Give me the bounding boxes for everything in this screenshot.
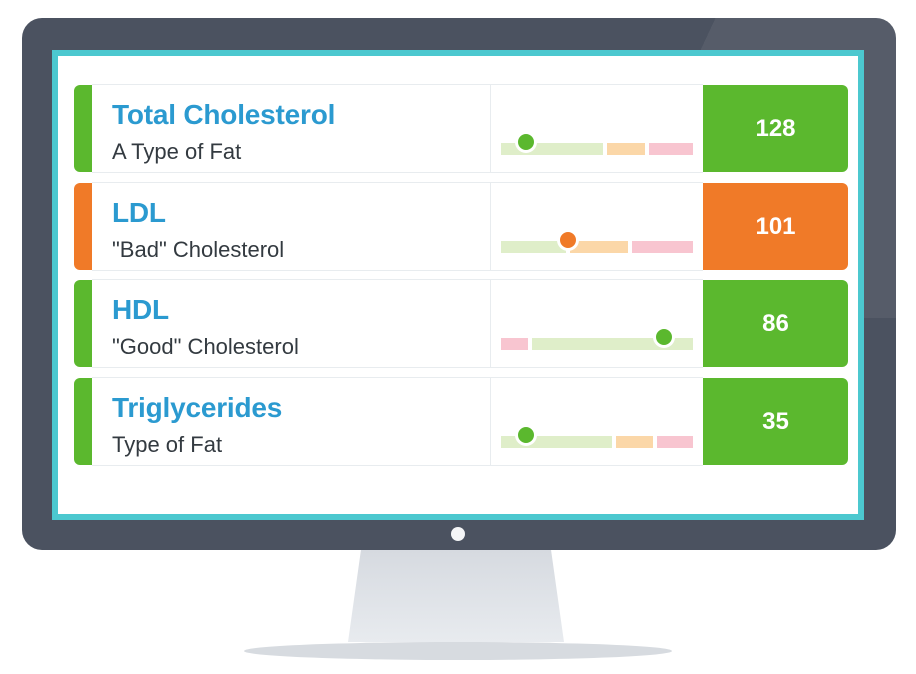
range-gauge (501, 326, 693, 350)
gauge-marker (514, 424, 537, 446)
status-accent (74, 378, 92, 465)
range-gauge (501, 131, 693, 155)
result-info: Triglycerides Type of Fat (92, 377, 490, 466)
range-gauge (501, 424, 693, 448)
status-accent (74, 85, 92, 172)
range-gauge-cell (490, 279, 703, 368)
result-subtitle: A Type of Fat (112, 139, 242, 164)
result-row-ldl[interactable]: LDL "Bad" Cholesterol 101 (70, 182, 848, 271)
status-accent (74, 280, 92, 367)
result-subtitle: "Bad" Cholesterol (112, 237, 285, 262)
result-value-badge: 86 (703, 280, 848, 367)
result-info: Total Cholesterol A Type of Fat (92, 84, 490, 173)
monitor-stand-neck (348, 550, 564, 642)
gauge-segment-pink (656, 436, 693, 448)
result-row-triglycerides[interactable]: Triglycerides Type of Fat 35 (70, 377, 848, 466)
range-gauge-cell (490, 182, 703, 271)
result-value-badge: 35 (703, 378, 848, 465)
result-title: LDL (112, 197, 166, 228)
range-gauge-cell (490, 377, 703, 466)
result-title: Total Cholesterol (112, 99, 336, 130)
result-title: HDL (112, 294, 169, 325)
result-value-badge: 128 (703, 85, 848, 172)
result-info: LDL "Bad" Cholesterol (92, 182, 490, 271)
gauge-segment-pink (648, 143, 693, 155)
result-subtitle: "Good" Cholesterol (112, 334, 299, 359)
gauge-segment-orange (570, 241, 628, 253)
result-info: HDL "Good" Cholesterol (92, 279, 490, 368)
range-gauge-cell (490, 84, 703, 173)
result-subtitle: Type of Fat (112, 432, 223, 457)
result-row-hdl[interactable]: HDL "Good" Cholesterol 86 (70, 279, 848, 368)
results-panel: Total Cholesterol A Type of Fat 128 LDL … (58, 56, 858, 514)
gauge-segment-pink (501, 338, 528, 350)
range-gauge (501, 229, 693, 253)
status-accent (74, 183, 92, 270)
gauge-segment-orange (616, 436, 653, 448)
power-button (451, 527, 465, 541)
screen: Total Cholesterol A Type of Fat 128 LDL … (52, 50, 864, 520)
gauge-segment-pink (631, 241, 693, 253)
result-title: Triglycerides (112, 392, 283, 423)
gauge-marker (514, 131, 537, 153)
result-row-total-cholesterol[interactable]: Total Cholesterol A Type of Fat 128 (70, 84, 848, 173)
gauge-segment-orange (606, 143, 645, 155)
monitor-stand-base (244, 642, 672, 660)
result-value-badge: 101 (703, 183, 848, 270)
